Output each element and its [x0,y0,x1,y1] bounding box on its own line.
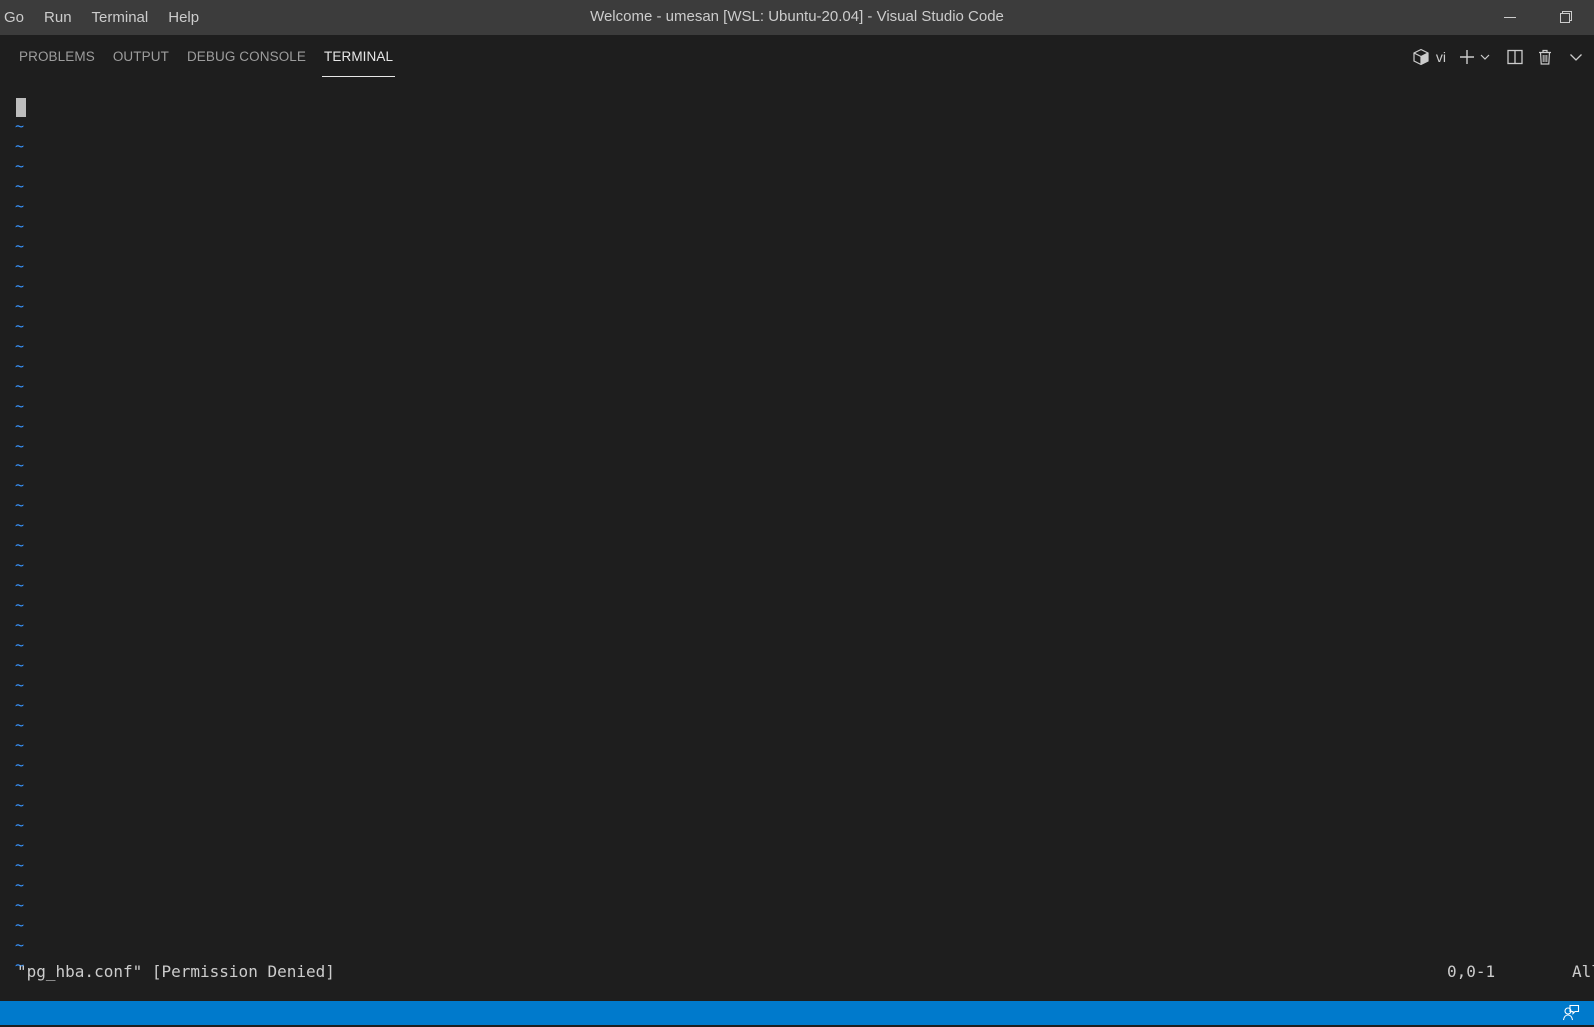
vim-tilde-line: ~ [15,696,25,715]
menu-go[interactable]: Go [0,0,34,35]
vim-tilde-line: ~ [15,875,25,894]
panel-header: PROBLEMS OUTPUT DEBUG CONSOLE TERMINAL v… [0,35,1594,79]
vim-tilde-line: ~ [15,935,25,954]
vim-tilde-line: ~ [15,416,25,435]
vim-tilde-line: ~ [15,775,25,794]
vim-tilde-line: ~ [15,716,25,735]
vim-tilde-line: ~ [15,616,25,635]
minimize-button[interactable] [1482,0,1538,33]
terminal-name: vi [1435,49,1446,65]
vim-tilde-line: ~ [15,576,25,595]
title-bar: Go Run Terminal Help Welcome - umesan [W… [0,0,1594,35]
vim-tilde-line: ~ [15,136,25,155]
panel-actions: vi [1408,35,1584,79]
vim-tilde-line: ~ [15,815,25,834]
terminal-icon [1413,48,1429,66]
feedback-button[interactable] [1562,1004,1580,1027]
vim-tilde-line: ~ [15,117,25,135]
terminal-area[interactable]: ~ ~ ~ ~ ~ ~ ~ ~ ~ ~ ~ ~ ~ ~ ~ ~ ~ ~ ~ ~ ~ ~ ~ ~ ~ ~ ~ ~ ~ ~ ~ ~ ~ ~ ~ ~ ~ ~ ~ ~… [0,79,1594,1000]
tab-output[interactable]: OUTPUT [113,35,169,79]
feedback-icon [1562,1004,1580,1021]
vim-tilde-line: ~ [15,596,25,615]
split-terminal-button[interactable] [1506,44,1524,70]
vim-tilde-line: ~ [15,476,25,495]
vim-tilde-line: ~ [15,296,25,315]
menu-bar: Go Run Terminal Help [0,0,209,35]
restore-button[interactable] [1538,0,1594,33]
minimize-icon [1504,16,1516,18]
trash-icon [1539,49,1551,65]
vim-tilde-line: ~ [15,236,25,255]
vim-tilde-line: ~ [15,516,25,535]
vim-tilde-line: ~ [15,795,25,814]
vim-tilde-line: ~ [15,915,25,934]
menu-run[interactable]: Run [34,0,82,35]
window-title: Welcome - umesan [WSL: Ubuntu-20.04] - V… [590,8,1004,25]
collapse-panel-button[interactable] [1568,44,1584,70]
vim-tilde-line: ~ [15,436,25,455]
vim-tilde-line: ~ [15,895,25,914]
vim-tilde-line: ~ [15,176,25,195]
vim-tilde-line: ~ [15,636,25,655]
vim-tilde-line: ~ [15,316,25,335]
vim-tilde-line: ~ [15,456,25,475]
panel-tabs: PROBLEMS OUTPUT DEBUG CONSOLE TERMINAL [10,35,402,79]
vim-tilde-line: ~ [15,676,25,695]
chevron-down-icon[interactable] [1478,50,1492,64]
vim-tilde-line: ~ [15,536,25,555]
kill-terminal-button[interactable] [1536,44,1554,70]
vim-tilde-line: ~ [15,376,25,395]
vim-scroll-indicator: All [1572,962,1594,981]
vim-tilde-line: ~ [15,756,25,774]
split-terminal-icon [1507,49,1523,65]
vim-tilde-line: ~ [15,336,25,355]
vim-tilde-line: ~ [15,656,25,675]
vim-tilde-line: ~ [15,855,25,874]
vim-tilde-line: ~ [15,276,25,295]
vim-message: "pg_hba.conf" [Permission Denied] [17,962,335,981]
vim-tilde-line: ~ [15,196,25,215]
new-terminal-button[interactable] [1458,44,1492,70]
restore-icon [1560,10,1572,23]
status-bar [0,1001,1594,1025]
terminal-selector[interactable]: vi [1412,44,1454,70]
vim-empty-lines: ~ ~ ~ ~ ~ ~ ~ ~ ~ ~ ~ ~ ~ ~ ~ ~ ~ ~ ~ ~ ~ ~ ~ ~ ~ ~ ~ ~ ~ ~ ~ ~ ~ ~ ~ ~ ~ ~ ~ ~… [15,117,24,976]
tab-terminal[interactable]: TERMINAL [322,35,396,79]
vim-tilde-line: ~ [15,156,25,175]
window-controls [1482,0,1594,35]
vim-tilde-line: ~ [15,835,25,854]
chevron-down-icon [1570,54,1582,61]
vim-cursor-position: 0,0-1 [1447,962,1496,981]
vim-tilde-line: ~ [15,216,25,235]
plus-icon [1460,50,1474,64]
vim-tilde-line: ~ [15,356,25,375]
vim-tilde-line: ~ [15,556,25,575]
tab-problems[interactable]: PROBLEMS [19,35,95,79]
tab-debug-console[interactable]: DEBUG CONSOLE [187,35,306,79]
menu-terminal[interactable]: Terminal [82,0,159,35]
menu-help[interactable]: Help [158,0,209,35]
vim-tilde-line: ~ [15,736,25,755]
vim-tilde-line: ~ [15,256,25,275]
text-cursor [16,98,26,117]
vim-tilde-line: ~ [15,396,25,415]
vim-tilde-line: ~ [15,496,25,515]
